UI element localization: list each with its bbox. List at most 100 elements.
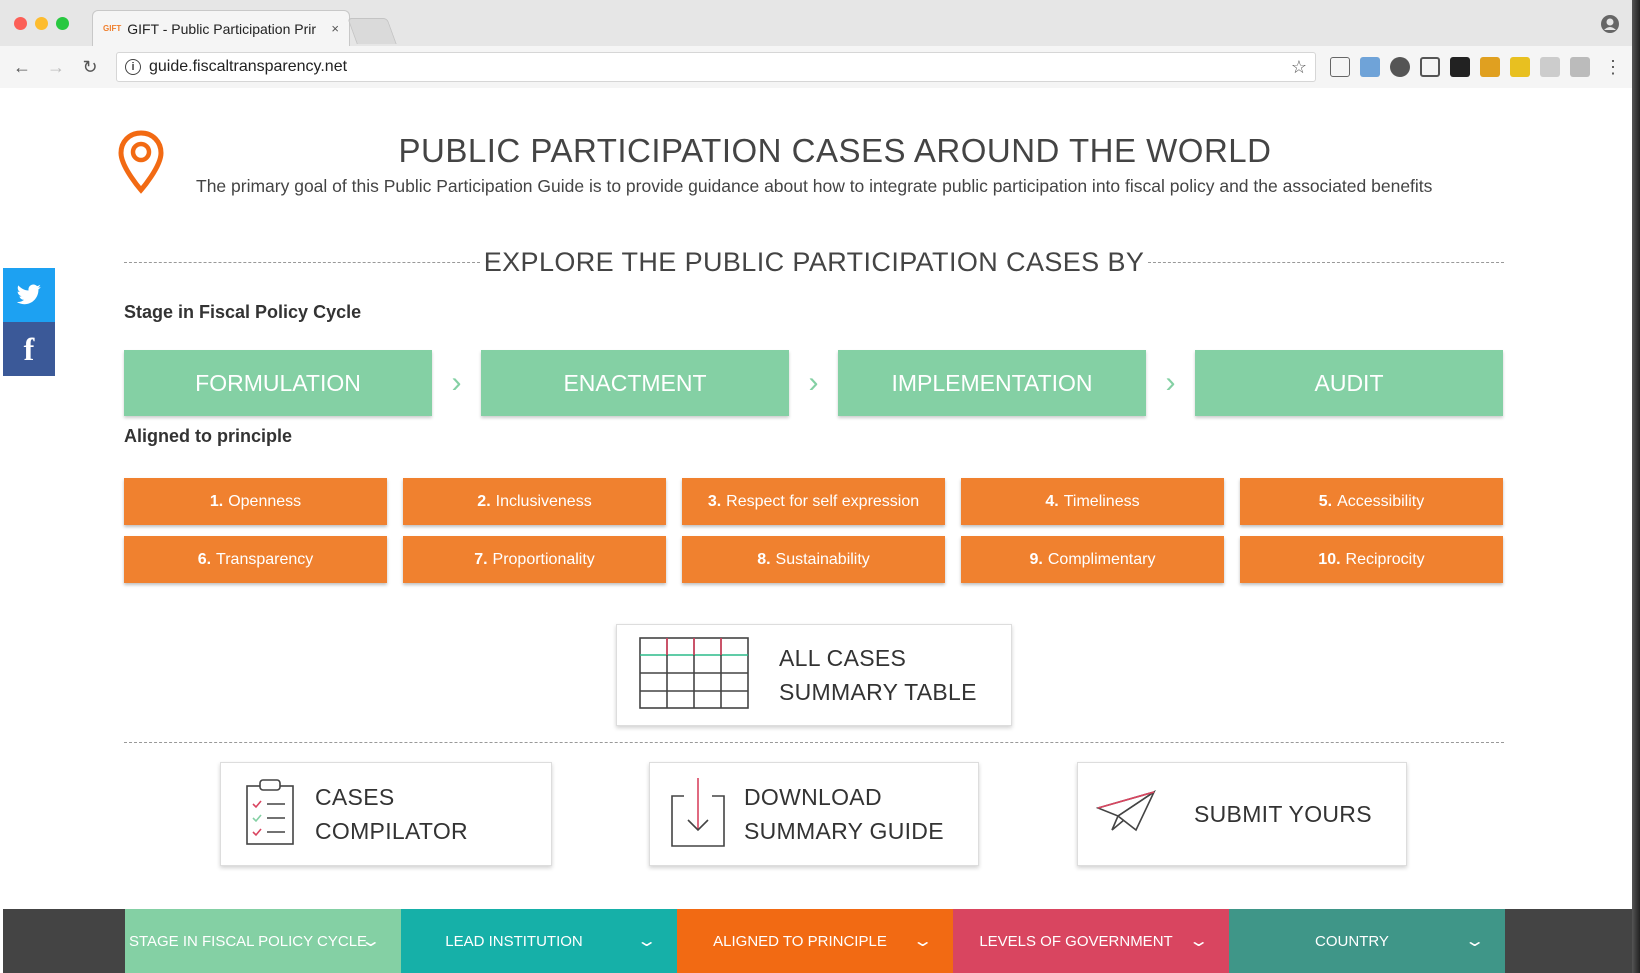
principle-button-inclusiveness[interactable]: 2. Inclusiveness (403, 478, 666, 525)
stage-button-audit[interactable]: AUDIT (1195, 350, 1503, 416)
download-summary-guide-button[interactable]: DOWNLOAD SUMMARY GUIDE (649, 762, 979, 866)
extension-icon[interactable] (1420, 57, 1440, 77)
extensions (1330, 57, 1590, 77)
submit-yours-button[interactable]: SUBMIT YOURS (1077, 762, 1407, 866)
address-bar[interactable]: i guide.fiscaltransparency.net ☆ (116, 52, 1316, 82)
card-title-line: SUMMARY TABLE (779, 679, 977, 705)
chevron-right-icon: › (1165, 366, 1176, 399)
social-share: f (3, 268, 55, 376)
principle-number: 5. (1318, 492, 1333, 510)
filter-bar: STAGE IN FISCAL POLICY CYCLE ⌄ LEAD INST… (3, 909, 1632, 973)
divider (124, 261, 480, 263)
filter-label: STAGE IN FISCAL POLICY CYCLE (128, 932, 368, 950)
info-icon[interactable]: i (125, 59, 141, 75)
browser-menu-icon[interactable]: ⋮ (1604, 57, 1622, 78)
principle-number: 2. (477, 492, 491, 510)
stage-button-formulation[interactable]: FORMULATION (124, 350, 432, 416)
maximize-window-button[interactable] (56, 17, 69, 30)
principle-button-transparency[interactable]: 6. Transparency (124, 536, 387, 583)
card-title-line: SUMMARY GUIDE (744, 818, 944, 844)
browser-chrome: GIFT GIFT - Public Participation Prir × … (0, 0, 1640, 88)
principle-button-proportionality[interactable]: 7. Proportionality (403, 536, 666, 583)
bookmark-star-icon[interactable]: ☆ (1291, 57, 1307, 78)
cast-icon[interactable] (1330, 57, 1350, 77)
principle-name: Transparency (216, 550, 314, 568)
principle-number: 6. (197, 550, 212, 568)
principle-number: 9. (1029, 550, 1043, 568)
divider (1148, 261, 1505, 263)
extension-icon[interactable] (1390, 57, 1410, 77)
principle-button-openness[interactable]: 1. Openness (124, 478, 387, 525)
url-text: guide.fiscaltransparency.net (149, 58, 348, 75)
principle-number: 1. (209, 492, 224, 510)
filter-label: COUNTRY (1315, 932, 1389, 950)
stage-button-implementation[interactable]: IMPLEMENTATION (838, 350, 1146, 416)
profile-icon[interactable] (1600, 14, 1620, 39)
card-title-line: COMPILATOR (315, 818, 468, 844)
extension-icon[interactable] (1570, 57, 1590, 77)
explore-heading-text: EXPLORE THE PUBLIC PARTICIPATION CASES B… (483, 246, 1145, 277)
extension-icon[interactable] (1360, 57, 1380, 77)
card-title-line: ALL CASES (779, 645, 907, 671)
tab-title: GIFT - Public Participation Prir (127, 20, 317, 37)
filter-lead-institution[interactable]: LEAD INSTITUTION ⌄ (401, 909, 677, 973)
principle-name: Respect for self expression (726, 492, 920, 510)
principle-name: Reciprocity (1345, 550, 1425, 568)
page: f PUBLIC PARTICIPATION CASES AROUND THE … (0, 88, 1632, 973)
filter-label: LEAD INSTITUTION (445, 932, 583, 950)
card-title-line: CASES (315, 784, 395, 810)
principle-button-complimentary[interactable]: 9. Complimentary (961, 536, 1224, 583)
extension-icon[interactable] (1510, 57, 1530, 77)
cases-compilator-button[interactable]: CASES COMPILATOR (220, 762, 552, 866)
filter-country[interactable]: COUNTRY ⌄ (1229, 909, 1505, 973)
reload-icon[interactable]: ↻ (78, 57, 102, 78)
principle-button-sustainability[interactable]: 8. Sustainability (682, 536, 945, 583)
page-subtitle: The primary goal of this Public Particip… (196, 176, 1433, 196)
principle-button-reciprocity[interactable]: 10. Reciprocity (1240, 536, 1503, 583)
all-cases-summary-table-button[interactable]: ALL CASES SUMMARY TABLE (616, 624, 1012, 726)
clipboard-checklist-icon (245, 778, 295, 851)
close-window-button[interactable] (14, 17, 27, 30)
extension-icon[interactable] (1450, 57, 1470, 77)
window-controls (14, 17, 69, 30)
principle-number: 3. (707, 492, 722, 510)
page-title: PUBLIC PARTICIPATION CASES AROUND THE WO… (398, 132, 1272, 169)
twitter-icon[interactable] (3, 268, 55, 322)
principle-name: Complimentary (1047, 550, 1156, 568)
table-icon (639, 636, 749, 714)
extension-icon[interactable] (1480, 57, 1500, 77)
principle-button-timeliness[interactable]: 4. Timeliness (961, 478, 1224, 525)
back-icon[interactable]: ← (10, 57, 34, 78)
browser-toolbar: ← → ↻ i guide.fiscaltransparency.net ☆ ⋮ (0, 46, 1640, 88)
new-tab-button[interactable] (347, 18, 397, 44)
principle-number: 7. (474, 550, 488, 568)
chevron-down-icon: ⌄ (911, 933, 934, 950)
principle-name: Proportionality (492, 550, 595, 568)
browser-tab[interactable]: GIFT GIFT - Public Participation Prir × (92, 10, 350, 46)
chevron-right-icon: › (808, 366, 819, 399)
principle-button-respect-for-self-expression[interactable]: 3. Respect for self expression (682, 478, 945, 525)
filter-label: ALIGNED TO PRINCIPLE (713, 932, 887, 950)
download-icon (670, 776, 726, 853)
chevron-down-icon: ⌄ (359, 933, 382, 950)
principle-number: 10. (1318, 550, 1341, 568)
extension-icon[interactable] (1540, 57, 1560, 77)
tab-close-icon[interactable]: × (331, 21, 339, 36)
filter-aligned-to-principle[interactable]: ALIGNED TO PRINCIPLE ⌄ (677, 909, 953, 973)
paper-plane-icon (1095, 789, 1156, 839)
facebook-icon[interactable]: f (3, 322, 55, 376)
divider (124, 742, 1504, 743)
stage-button-enactment[interactable]: ENACTMENT (481, 350, 789, 416)
forward-icon[interactable]: → (44, 57, 68, 78)
principle-button-accessibility[interactable]: 5. Accessibility (1240, 478, 1503, 525)
card-title-line: DOWNLOAD (744, 784, 882, 810)
favicon-icon: GIFT (103, 24, 122, 33)
filter-levels-of-government[interactable]: LEVELS OF GOVERNMENT ⌄ (953, 909, 1229, 973)
minimize-window-button[interactable] (35, 17, 48, 30)
principle-number: 4. (1045, 492, 1059, 510)
stage-buttons: FORMULATION › ENACTMENT › IMPLEMENTATION… (124, 350, 1504, 416)
principle-name: Timeliness (1063, 492, 1140, 510)
chevron-down-icon: ⌄ (1187, 933, 1210, 950)
filter-stage-in-fiscal-policy-cycle[interactable]: STAGE IN FISCAL POLICY CYCLE ⌄ (125, 909, 401, 973)
filter-label: LEVELS OF GOVERNMENT (979, 932, 1173, 950)
